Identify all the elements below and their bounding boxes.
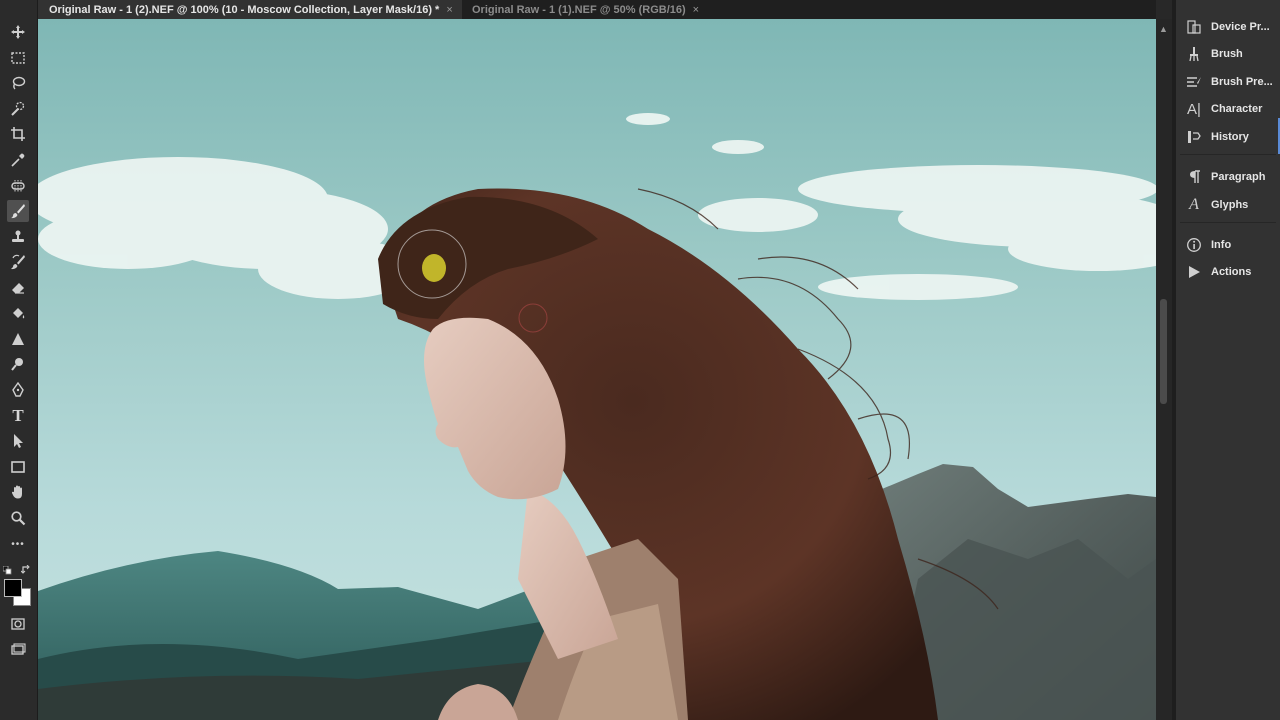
brush-tool-icon[interactable] [7,200,29,222]
panel-paragraph[interactable]: Paragraph [1176,166,1280,188]
dodge-tool-icon[interactable] [7,353,29,375]
panel-actions[interactable]: Actions [1176,261,1280,283]
panel-history-label: History [1211,131,1249,143]
swap-colors-icon[interactable] [20,562,31,574]
glyphs-icon: A [1184,196,1204,214]
brush-panel-icon [1184,45,1204,63]
panel-brush-presets-label: Brush Pre... [1211,76,1273,88]
panel-glyphs-label: Glyphs [1211,199,1249,211]
character-glyph: A| [1187,100,1201,118]
hand-tool-icon[interactable] [7,481,29,503]
panel-info[interactable]: Info [1176,234,1280,256]
panel-brush-label: Brush [1211,48,1243,60]
default-colors-icon[interactable] [2,562,12,575]
panel-group-separator [1180,154,1276,155]
canvas-image [38,19,1156,720]
screen-mode-icon[interactable] [7,639,29,661]
panel-brush-presets[interactable]: Brush Pre... [1176,71,1280,93]
history-brush-tool-icon[interactable] [7,251,29,273]
panel-brush[interactable]: Brush [1176,43,1280,65]
marquee-tool-icon[interactable] [7,47,29,69]
path-selection-tool-icon[interactable] [7,430,29,452]
device-preview-icon [1184,18,1204,36]
actions-icon [1184,263,1204,281]
tab-document-2[interactable]: Original Raw - 1 (1).NEF @ 50% (RGB/16) … [462,0,699,19]
paragraph-icon [1184,168,1204,186]
tab-document-1[interactable]: Original Raw - 1 (2).NEF @ 100% (10 - Mo… [38,0,462,19]
paint-bucket-tool-icon[interactable] [7,302,29,324]
info-icon [1184,236,1204,254]
panel-info-label: Info [1211,239,1232,251]
panel-actions-label: Actions [1211,266,1252,278]
secondary-cursor-icon [518,303,548,333]
tab-document-2-close-icon[interactable]: × [693,4,699,16]
scrollbar-thumb[interactable] [1160,299,1167,404]
tab-document-1-close-icon[interactable]: × [446,4,452,16]
foreground-color-swatch[interactable] [4,579,22,597]
tools-toolbar: T ••• [0,0,38,720]
more-tools-glyph: ••• [11,538,25,550]
canvas-vertical-scrollbar[interactable]: ▲ [1156,19,1172,720]
more-tools-icon[interactable]: ••• [7,533,29,555]
document-tab-bar: Original Raw - 1 (2).NEF @ 100% (10 - Mo… [38,0,1156,19]
panel-device-preview-label: Device Pr... [1211,21,1270,33]
sharpen-tool-icon[interactable] [7,328,29,350]
tab-document-1-label: Original Raw - 1 (2).NEF @ 100% (10 - Mo… [49,3,440,16]
zoom-tool-icon[interactable] [7,507,29,529]
brush-cursor-icon [397,229,467,299]
type-tool-glyph: T [12,406,24,425]
glyphs-glyph: A [1189,196,1199,213]
panel-paragraph-label: Paragraph [1211,171,1266,183]
spot-healing-tool-icon[interactable] [7,175,29,197]
type-tool-icon[interactable]: T [7,405,29,427]
panel-glyphs[interactable]: A Glyphs [1176,194,1280,216]
collapsed-panels-dock: Device Pr... Brush Brush Pre... A| Chara… [1176,0,1280,720]
document-canvas[interactable] [38,19,1156,720]
panel-character-label: Character [1211,103,1263,115]
tab-document-2-label: Original Raw - 1 (1).NEF @ 50% (RGB/16) [472,3,686,16]
move-tool-icon[interactable] [7,21,29,43]
character-icon: A| [1184,100,1204,118]
panel-character[interactable]: A| Character [1176,98,1280,120]
clone-stamp-tool-icon[interactable] [7,226,29,248]
panel-group-separator [1180,222,1276,223]
crop-tool-icon[interactable] [7,123,29,145]
pen-tool-icon[interactable] [7,379,29,401]
panel-history[interactable]: History [1176,126,1280,148]
brush-presets-icon [1184,73,1204,91]
eyedropper-tool-icon[interactable] [7,149,29,171]
rectangle-tool-icon[interactable] [7,456,29,478]
panel-device-preview[interactable]: Device Pr... [1176,16,1280,38]
lasso-tool-icon[interactable] [7,72,29,94]
quick-selection-tool-icon[interactable] [7,98,29,120]
eraser-tool-icon[interactable] [7,277,29,299]
history-icon [1184,128,1204,146]
scroll-up-arrow-icon[interactable]: ▲ [1159,24,1168,34]
quick-mask-icon[interactable] [7,613,29,635]
